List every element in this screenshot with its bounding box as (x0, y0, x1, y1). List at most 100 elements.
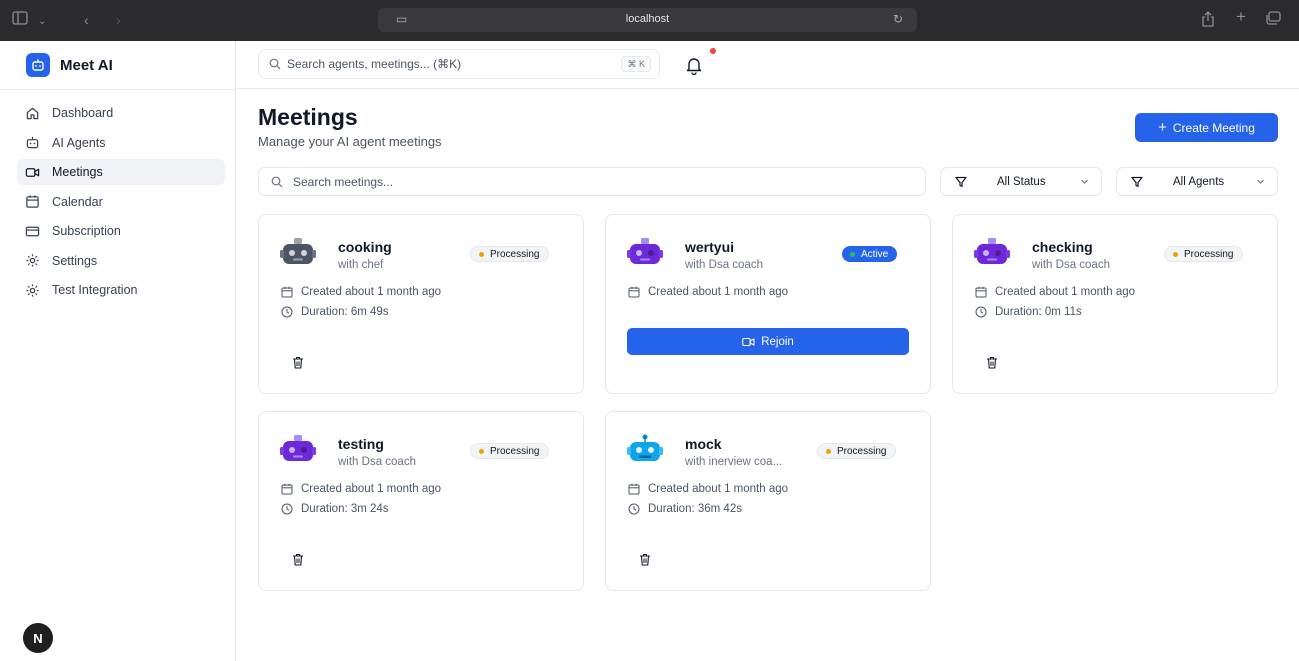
create-meeting-button[interactable]: + Create Meeting (1135, 113, 1278, 142)
status-label: Processing (490, 248, 540, 260)
sidebar-item-label: AI Agents (52, 135, 106, 150)
global-search-input[interactable]: Search agents, meetings... (⌘K) ⌘ K (258, 49, 660, 79)
new-tab-icon[interactable]: + (1236, 8, 1246, 26)
duration-info: Duration: 3m 24s (281, 503, 389, 515)
duration-text: Duration: 3m 24s (301, 503, 389, 515)
meeting-title: cooking (338, 239, 392, 255)
status-dot (826, 448, 831, 454)
status-dot (479, 251, 484, 257)
duration-info: Duration: 36m 42s (628, 503, 742, 515)
meeting-agent: with Dsa coach (338, 456, 416, 468)
agent-avatar (280, 238, 316, 264)
meeting-title: mock (685, 436, 722, 452)
created-text: Created about 1 month ago (648, 483, 789, 495)
meeting-card-wertyui[interactable]: wertyui with Dsa coach Active Created ab… (605, 214, 931, 394)
status-badge: Active (842, 246, 898, 262)
filter-icon (1131, 176, 1143, 188)
status-dot (1173, 251, 1178, 257)
brand-name: Meet AI (60, 56, 113, 74)
created-text: Created about 1 month ago (648, 286, 789, 298)
shortcut-hint: ⌘ K (621, 56, 651, 72)
plus-icon: + (1158, 118, 1167, 136)
trash-icon[interactable] (292, 553, 304, 566)
video-icon (742, 337, 755, 346)
global-search-placeholder: Search agents, meetings... (⌘K) (287, 57, 462, 71)
sidebar-item-meetings[interactable]: Meetings (17, 159, 225, 185)
trash-icon[interactable] (292, 356, 304, 369)
dev-tools-badge[interactable]: N (23, 623, 53, 653)
sidebar-item-label: Test Integration (52, 283, 138, 297)
agent-filter-select[interactable]: All Agents (1116, 167, 1278, 196)
forward-icon[interactable]: › (116, 11, 121, 29)
sidebar: Meet AI Dashboard AI Agents Meetings Cal… (0, 41, 236, 661)
meetings-search-input[interactable]: Search meetings... (258, 167, 926, 196)
sidebar-item-ai-agents[interactable]: AI Agents (17, 130, 225, 156)
status-badge: Processing (470, 443, 550, 459)
meeting-title: checking (1032, 239, 1093, 255)
sidebar-item-label: Subscription (52, 224, 121, 238)
tabs-overview-icon[interactable] (1265, 11, 1281, 29)
status-badge: Processing (470, 246, 550, 262)
bot-logo-icon (26, 53, 50, 77)
chevron-down-icon (1257, 179, 1264, 184)
back-icon[interactable]: ‹ (84, 11, 89, 29)
home-icon (26, 107, 39, 119)
status-filter-select[interactable]: All Status (940, 167, 1102, 196)
agent-filter-value: All Agents (1173, 176, 1225, 188)
agent-avatar (627, 238, 663, 264)
meeting-card-mock[interactable]: mock with inerview coa... Processing Cre… (605, 411, 931, 591)
meeting-agent: with chef (338, 259, 384, 271)
calendar-icon (975, 286, 987, 298)
sidebar-item-test-integration[interactable]: Test Integration (17, 277, 225, 303)
sidebar-item-dashboard[interactable]: Dashboard (17, 100, 225, 126)
address-bar[interactable]: ▭ localhost ↻ (378, 8, 917, 32)
reload-icon[interactable]: ↻ (893, 12, 903, 26)
calendar-icon (628, 483, 640, 495)
sidebar-item-subscription[interactable]: Subscription (17, 218, 225, 244)
page-subtitle: Manage your AI agent meetings (258, 134, 442, 149)
meeting-title: testing (338, 436, 384, 452)
trash-icon[interactable] (639, 553, 651, 566)
share-icon[interactable] (1201, 11, 1215, 31)
rejoin-label: Rejoin (761, 335, 794, 348)
status-dot (850, 251, 855, 257)
rejoin-button[interactable]: Rejoin (627, 328, 909, 355)
created-text: Created about 1 month ago (301, 483, 442, 495)
meeting-card-cooking[interactable]: cooking with chef Processing Created abo… (258, 214, 584, 394)
meeting-card-checking[interactable]: checking with Dsa coach Processing Creat… (952, 214, 1278, 394)
brand[interactable]: Meet AI (26, 53, 113, 77)
calendar-icon (628, 286, 640, 298)
bell-icon[interactable] (684, 55, 704, 75)
sidebar-item-calendar[interactable]: Calendar (17, 189, 225, 215)
filter-icon (955, 176, 967, 188)
agent-avatar (974, 238, 1010, 264)
created-info: Created about 1 month ago (628, 483, 788, 495)
trash-icon[interactable] (986, 356, 998, 369)
search-icon (269, 58, 281, 70)
calendar-icon (281, 483, 293, 495)
status-label: Processing (490, 445, 540, 457)
agent-avatar (280, 435, 316, 461)
chevron-down-icon[interactable]: ⌄ (38, 13, 46, 31)
duration-text: Duration: 6m 49s (301, 306, 389, 318)
meeting-title: wertyui (685, 239, 735, 255)
duration-info: Duration: 0m 11s (975, 306, 1082, 318)
top-bar: Search agents, meetings... (⌘K) ⌘ K (236, 41, 1299, 89)
created-text: Created about 1 month ago (301, 286, 442, 298)
notification-dot (710, 48, 716, 54)
meeting-agent: with Dsa coach (1032, 259, 1110, 271)
duration-info: Duration: 6m 49s (281, 306, 389, 318)
video-icon (25, 167, 40, 177)
sidebar-item-label: Dashboard (52, 106, 114, 120)
meeting-agent: with Dsa coach (685, 259, 763, 271)
created-text: Created about 1 month ago (995, 286, 1136, 298)
sidebar-item-label: Meetings (52, 165, 103, 179)
clock-icon (281, 306, 293, 318)
sidebar-toggle-icon[interactable] (12, 11, 28, 29)
agent-avatar (627, 434, 663, 461)
meeting-card-testing[interactable]: testing with Dsa coach Processing Create… (258, 411, 584, 591)
status-dot (479, 448, 484, 454)
card-icon (25, 226, 40, 236)
sidebar-item-settings[interactable]: Settings (17, 248, 225, 274)
chevron-down-icon (1081, 179, 1088, 184)
